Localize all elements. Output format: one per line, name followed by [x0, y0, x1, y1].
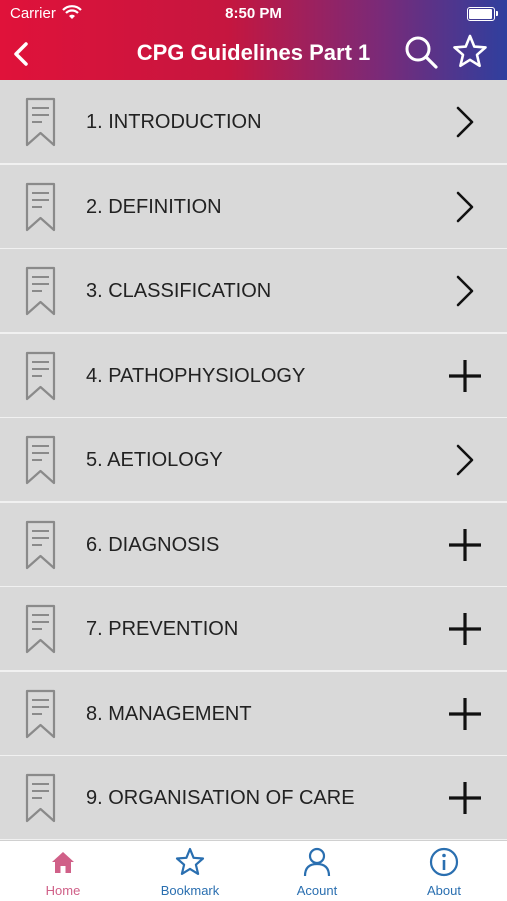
list-item[interactable]: 6. DIAGNOSIS	[0, 502, 507, 588]
info-icon	[429, 847, 459, 877]
status-time: 8:50 PM	[225, 5, 282, 22]
user-icon	[303, 847, 331, 877]
home-icon	[52, 852, 74, 873]
plus-icon[interactable]	[444, 356, 486, 396]
header: Carrier 8:50 PM CPG Guidelines Part 1	[0, 0, 507, 80]
tab-account-label: Acount	[296, 883, 338, 898]
chevron-right-icon[interactable]	[444, 440, 486, 480]
list-item-label: 3. CLASSIFICATION	[86, 280, 272, 302]
chevron-right-icon[interactable]	[444, 187, 486, 227]
tab-account[interactable]: Acount	[254, 841, 380, 901]
list-item-label: 5. AETIOLOGY	[86, 449, 223, 471]
document-icon	[24, 96, 58, 148]
document-icon	[24, 434, 58, 486]
list-item[interactable]: 5. AETIOLOGY	[0, 418, 507, 503]
list-item-label: 6. DIAGNOSIS	[86, 533, 220, 556]
navigation-bar: CPG Guidelines Part 1	[0, 30, 507, 78]
document-icon	[24, 688, 58, 740]
list-item-label: 1. INTRODUCTION	[86, 111, 262, 133]
list-item[interactable]: 1. INTRODUCTION	[0, 80, 507, 165]
tab-bookmark[interactable]: Bookmark	[127, 841, 253, 901]
tab-bookmark-label: Bookmark	[160, 883, 220, 898]
list-item-label: 9. ORGANISATION OF CARE	[86, 787, 355, 809]
plus-icon[interactable]	[444, 525, 486, 565]
document-icon	[24, 519, 58, 571]
plus-icon[interactable]	[444, 609, 486, 649]
document-icon	[24, 603, 58, 655]
battery-icon	[467, 7, 498, 21]
document-icon	[24, 350, 58, 402]
document-icon	[24, 181, 58, 233]
status-bar: Carrier 8:50 PM	[0, 0, 507, 28]
tab-home-label: Home	[45, 883, 81, 898]
list-item-label: 8. MANAGEMENT	[86, 702, 252, 725]
plus-icon[interactable]	[444, 778, 486, 818]
chevron-right-icon[interactable]	[444, 102, 486, 142]
list-item[interactable]: 8. MANAGEMENT	[0, 671, 507, 757]
search-icon[interactable]	[403, 34, 439, 70]
list-item[interactable]: 9. ORGANISATION OF CARE	[0, 756, 507, 841]
tab-home[interactable]: Home	[0, 841, 126, 901]
tab-about[interactable]: About	[381, 841, 507, 901]
list-item[interactable]: 2. DEFINITION	[0, 164, 507, 250]
list-item-label: 2. DEFINITION	[86, 195, 222, 218]
list-item[interactable]: 7. PREVENTION	[0, 587, 507, 672]
tab-about-label: About	[427, 883, 461, 898]
list-item-label: 4. PATHOPHYSIOLOGY	[86, 364, 306, 387]
chevron-right-icon[interactable]	[444, 271, 486, 311]
tab-bar: Home Bookmark Acount About	[0, 840, 507, 901]
document-icon	[24, 265, 58, 317]
list-item-label: 7. PREVENTION	[86, 618, 239, 640]
plus-icon[interactable]	[444, 694, 486, 734]
star-icon[interactable]	[452, 34, 488, 70]
list-item[interactable]: 4. PATHOPHYSIOLOGY	[0, 333, 507, 419]
star-icon	[175, 847, 205, 875]
guideline-list: 1. INTRODUCTION 2. DEFINITION 3. CLASSIFIC…	[0, 80, 507, 841]
list-item[interactable]: 3. CLASSIFICATION	[0, 249, 507, 334]
document-icon	[24, 772, 58, 824]
